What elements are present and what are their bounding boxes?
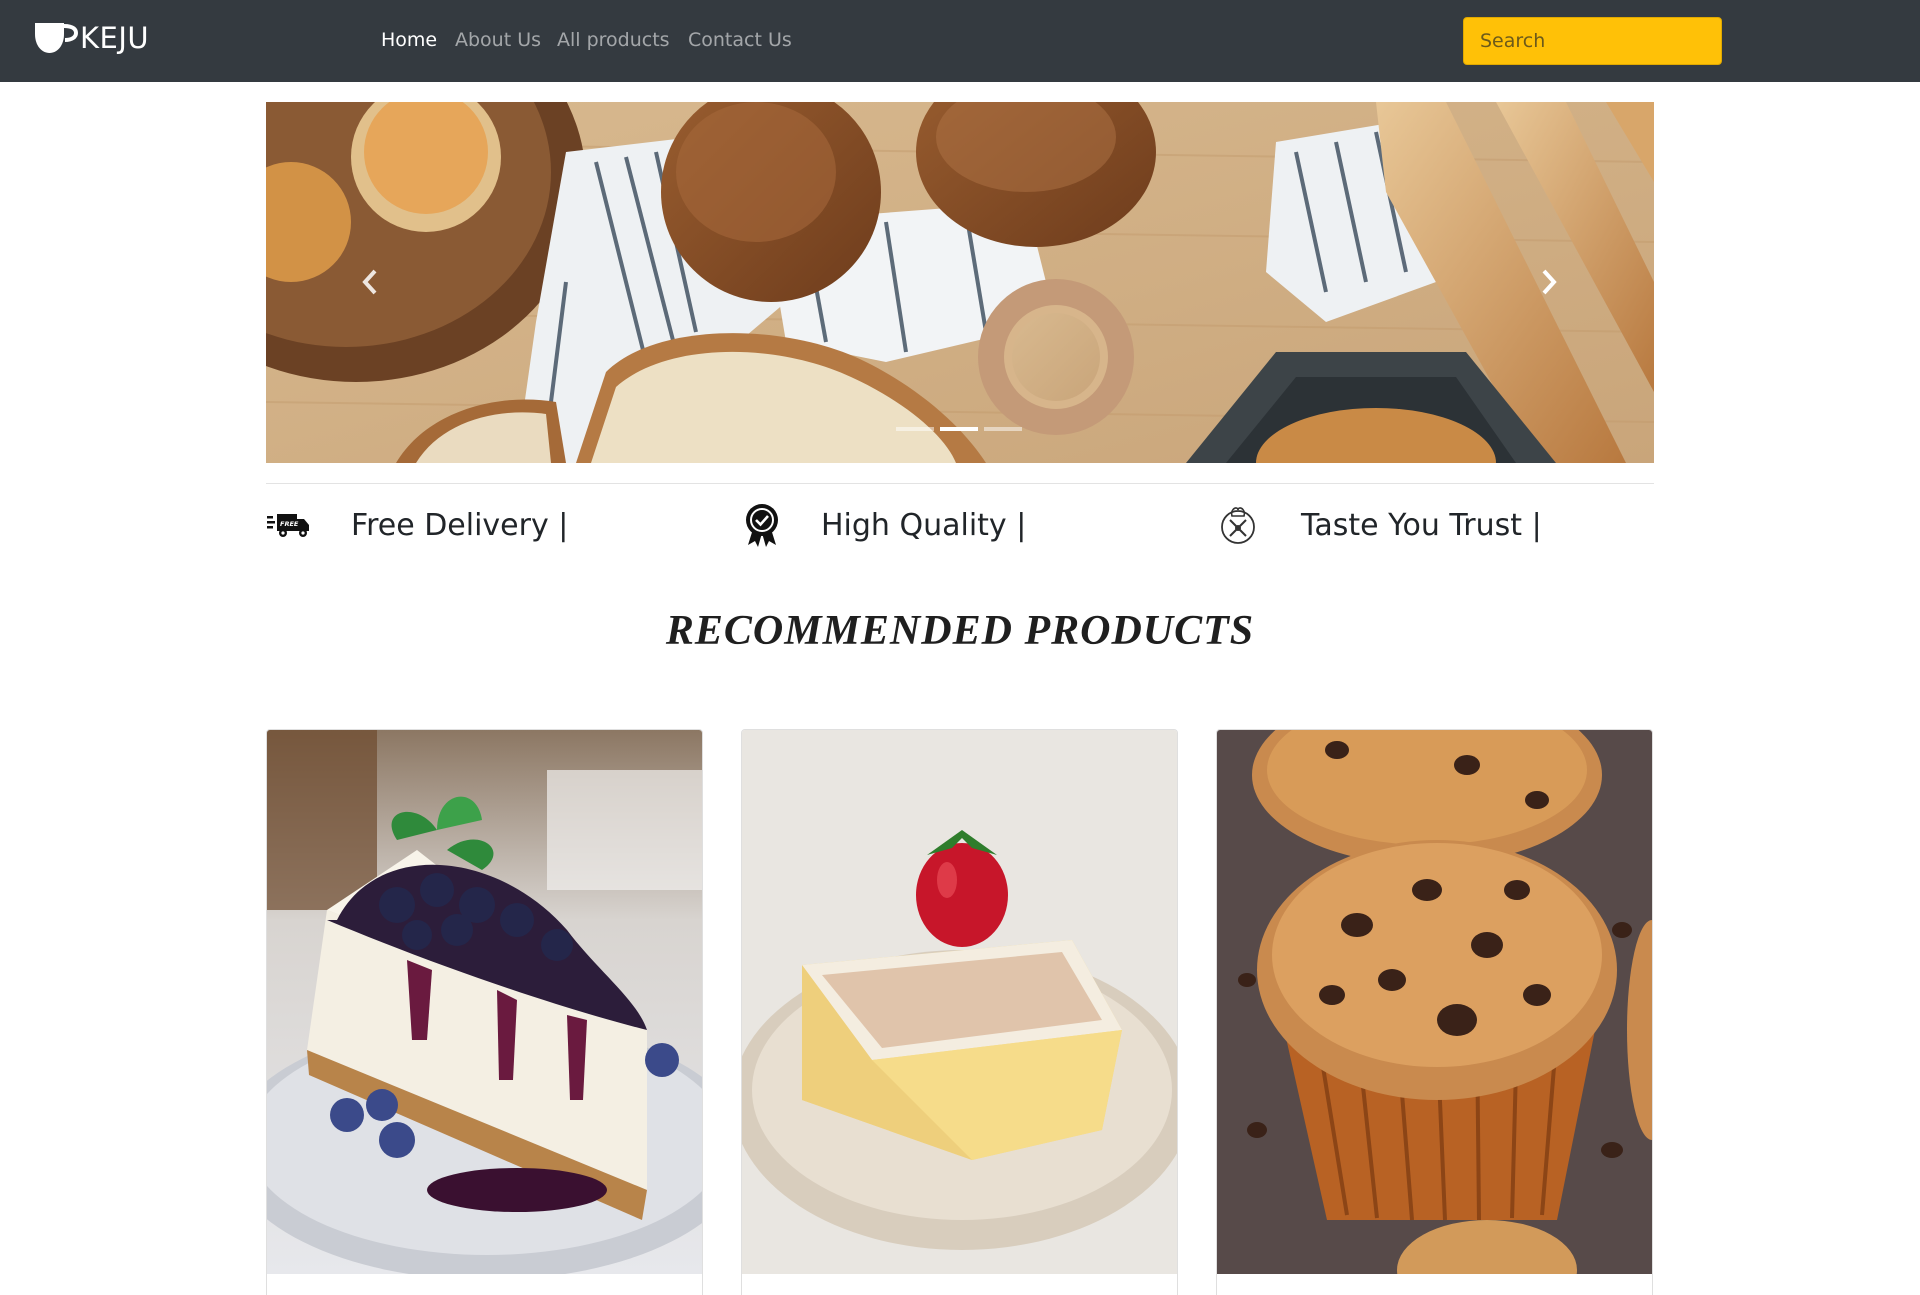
feature-label: High Quality | xyxy=(821,507,1027,543)
nav-home[interactable]: Home xyxy=(381,29,437,51)
carousel-indicator-1[interactable] xyxy=(896,427,934,431)
svg-text:FREE: FREE xyxy=(280,520,299,528)
hero-carousel xyxy=(266,102,1654,463)
feature-taste-you-trust: Taste You Trust | xyxy=(1215,500,1542,550)
delivery-truck-icon: FREE xyxy=(266,502,312,548)
product-card[interactable] xyxy=(741,729,1178,1295)
brand-name: KEJU xyxy=(80,21,150,55)
product-card[interactable] xyxy=(266,729,703,1295)
quality-badge-icon xyxy=(739,502,785,548)
feature-label: Taste You Trust | xyxy=(1301,507,1542,543)
carousel-indicator-2[interactable] xyxy=(940,427,978,431)
chevron-left-icon xyxy=(362,269,377,295)
nav-all-products[interactable]: All products xyxy=(557,29,670,51)
product-card[interactable] xyxy=(1216,729,1653,1295)
carousel-prev-button[interactable] xyxy=(355,262,385,302)
divider xyxy=(266,483,1654,484)
chef-emblem-icon xyxy=(1215,502,1261,548)
brand-logo[interactable]: KEJU xyxy=(34,20,149,56)
chocolate-chip-muffin-photo xyxy=(1217,730,1652,1274)
navbar: KEJU Home About Us All products Contact … xyxy=(0,0,1920,82)
search-input[interactable] xyxy=(1463,17,1722,65)
feature-label: Free Delivery | xyxy=(351,507,569,543)
feature-free-delivery: FREE Free Delivery | xyxy=(266,500,568,550)
nav-contact-us[interactable]: Contact Us xyxy=(688,29,792,51)
tres-leches-cake-photo xyxy=(742,730,1177,1274)
blueberry-cheesecake-photo xyxy=(267,730,702,1274)
nav-about-us[interactable]: About Us xyxy=(455,29,541,51)
carousel-indicator-3[interactable] xyxy=(984,427,1022,431)
section-title: RECOMMENDED PRODUCTS xyxy=(665,608,1255,654)
chevron-right-icon xyxy=(1542,269,1557,295)
carousel-indicators xyxy=(896,427,1022,431)
bread-loaves-photo xyxy=(266,102,1654,463)
feature-high-quality: High Quality | xyxy=(739,500,1026,550)
carousel-next-button[interactable] xyxy=(1534,262,1564,302)
cup-icon xyxy=(35,23,78,53)
